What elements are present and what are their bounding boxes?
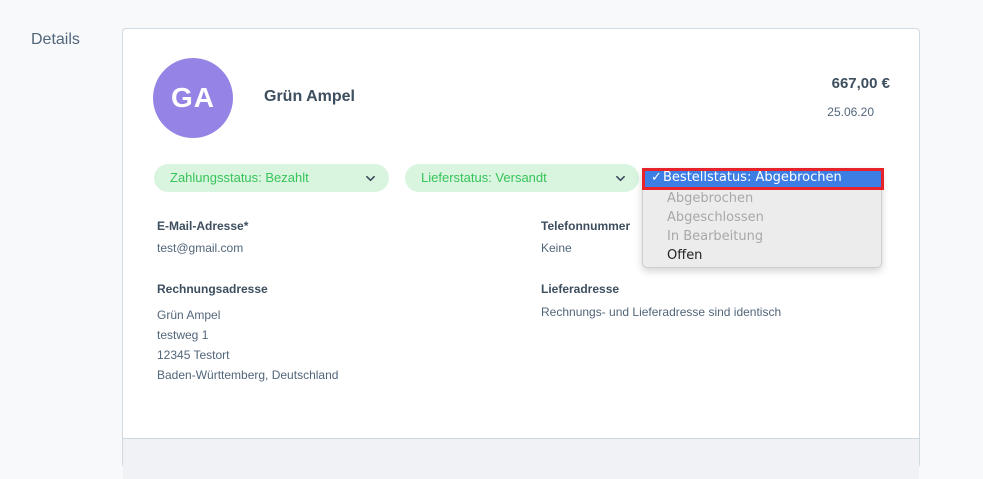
billing-address-line: testweg 1 [157,328,209,342]
order-status-selected-label: Bestellstatus: Abgebrochen [663,170,842,185]
order-status-option-abgebrochen: Abgebrochen [667,191,754,206]
chevron-down-icon [616,175,625,182]
section-title-details: Details [31,31,80,48]
billing-address-label: Rechnungsadresse [157,282,268,296]
delivery-status-label: Lieferstatus: Versandt [421,170,547,185]
chevron-down-icon [366,175,375,182]
payment-status-label: Zahlungsstatus: Bezahlt [170,170,309,185]
order-date: 25.06.20 [827,105,874,119]
order-total: 667,00 € [831,75,890,92]
order-status-option-abgeschlossen: Abgeschlossen [667,210,764,225]
phone-label: Telefonnummer [541,219,631,233]
customer-name: Grün Ampel [264,88,355,105]
billing-address-line: Baden-Württemberg, Deutschland [157,368,339,382]
avatar: GA [153,58,233,138]
shipping-address-value: Rechnungs- und Lieferadresse sind identi… [541,305,782,319]
order-status-option-in-bearbeitung: In Bearbeitung [667,229,764,244]
delivery-status-select[interactable]: Lieferstatus: Versandt [405,164,639,192]
order-status-dropdown[interactable]: ✓Bestellstatus: Abgebrochen Abgebrochen … [642,168,884,268]
order-status-option-selected[interactable]: ✓Bestellstatus: Abgebrochen [642,168,884,190]
billing-address: Grün Ampel testweg 1 12345 Testort Baden… [157,305,338,385]
shipping-address-label: Lieferadresse [541,282,620,296]
order-status-option-offen[interactable]: Offen [667,246,702,265]
card-footer [123,438,919,479]
checkmark-icon: ✓ [651,170,662,185]
billing-address-line: Grün Ampel [157,308,221,322]
email-value: test@gmail.com [157,241,244,255]
phone-value: Keine [541,241,572,255]
payment-status-select[interactable]: Zahlungsstatus: Bezahlt [154,164,389,192]
billing-address-line: 12345 Testort [157,348,230,362]
email-label: E-Mail-Adresse* [157,219,249,233]
